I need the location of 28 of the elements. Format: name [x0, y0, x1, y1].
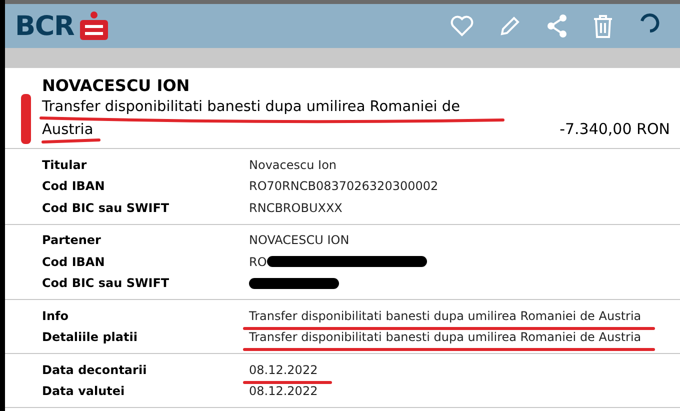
field-label: Cod IBAN [42, 254, 106, 271]
transaction-amount: -7.340,00 RON [560, 118, 670, 140]
field-label: Cod IBAN [42, 178, 106, 196]
field-label: Cod BIC sau SWIFT [42, 200, 170, 217]
field-value: RO [249, 254, 267, 271]
field-label: Data valutei [42, 383, 126, 400]
field-value: 08.12.2022 [249, 362, 318, 379]
field-label: Cod BIC sau SWIFT [42, 275, 170, 292]
account-name: NOVACESCU ION [42, 76, 191, 96]
field-label: Titular [42, 156, 88, 174]
field-label: Data decontarii [42, 362, 148, 379]
heart-icon[interactable] [450, 15, 474, 37]
field-label: Partener [42, 232, 102, 250]
share-icon[interactable] [546, 14, 568, 38]
field-label: Detaliile platii [42, 329, 138, 346]
field-value: Transfer disponibilitati banesti dupa umilirea Romaniei de Austria [249, 308, 642, 325]
bank-logo: BCR [15, 12, 74, 40]
field-value: 08.12.2022 [249, 383, 318, 400]
transaction-description: Transfer disponibilitati banesti dupa umilirea Romaniei de Austria [42, 98, 462, 140]
pencil-icon[interactable] [498, 14, 522, 38]
field-value: Transfer disponibilitati banesti dupa umilirea Romaniei de Austria [249, 329, 642, 346]
field-value: NOVACESCU ION [249, 232, 350, 250]
field-value: Novacescu Ion [249, 156, 337, 174]
trash-icon[interactable] [592, 13, 614, 39]
field-value: RNCBROBUXXX [249, 200, 342, 217]
field-label: Info [42, 308, 70, 325]
s-logo-icon [79, 11, 110, 41]
field-value: RO70RNCB0837026320300002 [249, 178, 438, 196]
